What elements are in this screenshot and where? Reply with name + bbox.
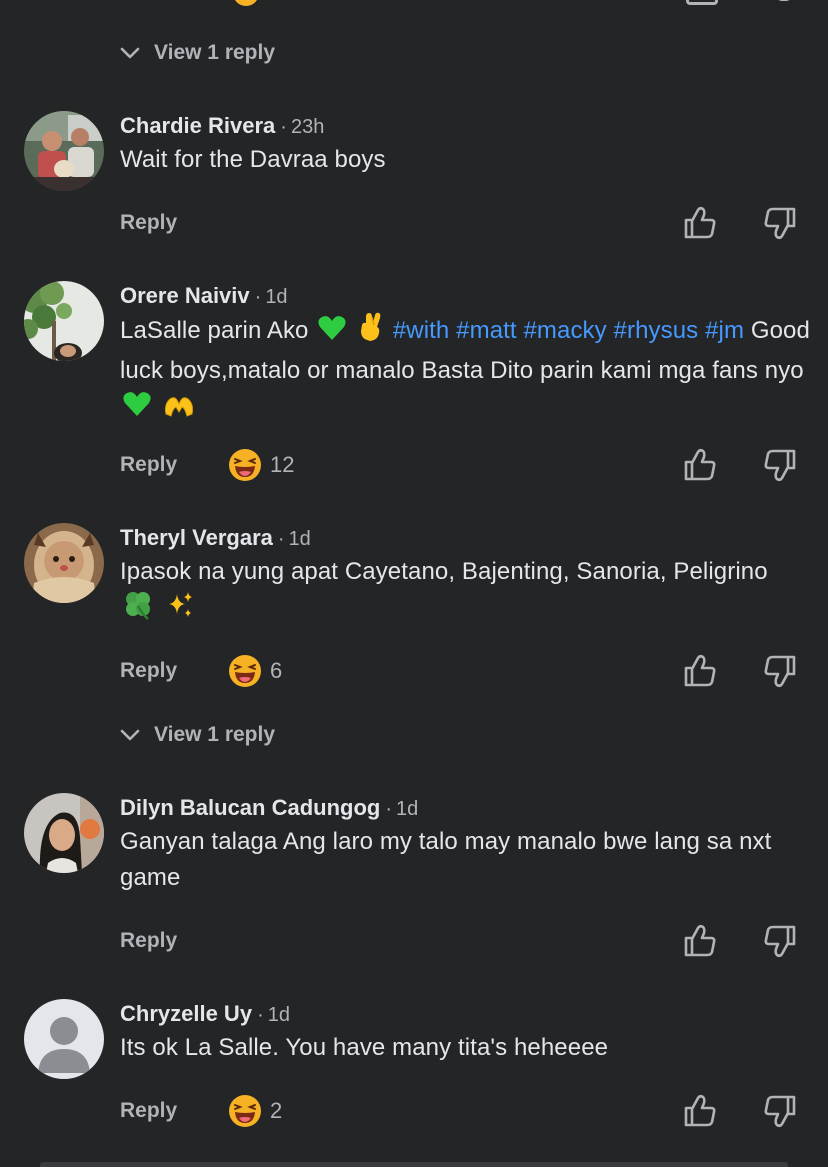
comment-author[interactable]: Dilyn Balucan Cadungog [120,795,380,820]
view-replies-button[interactable]: View 1 reply [120,718,275,752]
comment-author[interactable]: Chryzelle Uy [120,1001,252,1026]
thumbs-up-icon[interactable] [681,653,719,689]
thumbs-up-icon[interactable] [681,205,719,241]
comment-author[interactable]: Theryl Vergara [120,525,273,550]
laughing-emoji-icon [229,1095,261,1127]
comment-author[interactable]: Chardie Rivera [120,113,275,138]
thumbs-down-icon[interactable] [761,653,799,689]
comment-text-part: LaSalle parin Ako [120,317,309,344]
view-replies-button[interactable]: View 1 reply [120,36,275,70]
avatar[interactable] [24,523,104,603]
comment-actions: Reply 12 [0,445,828,485]
hashtag-link[interactable]: #macky [523,317,606,344]
thumbs-up-icon[interactable] [681,1093,719,1129]
comment-actions: Reply [0,921,828,961]
comment-text: Ipasok na yung apat Cayetano, Bajenting,… [120,554,810,631]
green-heart-emoji [317,314,347,353]
hashtag-link[interactable]: #matt [456,317,517,344]
comment-author[interactable]: Orere Naiviv [120,283,250,308]
laughing-emoji-icon [233,0,259,6]
hashtag-link[interactable]: #with [393,317,450,344]
composer-edge [40,1162,788,1167]
crossed-fingers-emoji [358,312,384,353]
hashtag-link[interactable]: #rhysus [614,317,699,344]
separator-dot: · [277,528,285,550]
heart-hands-emoji [163,393,195,429]
thumbs-up-icon[interactable] [686,0,718,5]
thumbs-up-icon[interactable] [681,923,719,959]
comment-time[interactable]: 1d [396,798,418,820]
laughing-emoji-icon [229,655,261,687]
comment-time[interactable]: 23h [291,116,324,138]
four-leaf-clover-emoji [122,590,154,631]
comment-text: Its ok La Salle. You have many tita's he… [120,1034,609,1061]
view-replies-label: View 1 reply [154,723,276,746]
thumbs-down-icon[interactable] [761,447,799,483]
thumbs-down-icon[interactable] [761,923,799,959]
previous-comment-actions [0,0,828,6]
comment-text: LaSalle parin Ako #with #matt #macky #rh… [120,312,810,429]
comment-time[interactable]: 1d [265,286,287,308]
comment-time[interactable]: 1d [268,1004,290,1026]
comment-text-part: Ipasok na yung apat Cayetano, Bajenting,… [120,558,768,585]
reply-button[interactable]: Reply [120,651,177,691]
comment-actions: Reply 6 [0,651,828,691]
reply-button[interactable]: Reply [120,921,177,961]
comment-actions: Reply 2 [0,1091,828,1131]
comment-text: Wait for the Davraa boys [120,146,386,173]
separator-dot: · [257,1004,264,1026]
separator-dot: · [385,798,393,820]
thumbs-down-icon[interactable] [776,0,792,1]
thumbs-down-icon[interactable] [761,205,799,241]
reply-button[interactable]: Reply [120,1091,177,1131]
reply-button[interactable]: Reply [120,203,177,243]
avatar[interactable] [24,281,104,361]
reaction-summary[interactable]: 12 [228,447,294,483]
chevron-down-icon [120,47,140,59]
green-heart-emoji [122,390,152,429]
reaction-count: 2 [270,1098,283,1123]
comment-text: Ganyan talaga Ang laro my talo may manal… [120,828,772,891]
view-replies-label: View 1 reply [154,41,276,64]
laughing-emoji-icon [229,449,261,481]
thumbs-up-icon[interactable] [681,447,719,483]
separator-dot: · [254,286,262,308]
reaction-count: 12 [270,452,295,477]
reaction-count: 6 [270,658,283,683]
thumbs-down-icon[interactable] [761,1093,799,1129]
hashtag-link[interactable]: #jm [705,317,744,344]
avatar[interactable] [24,111,104,191]
separator-dot: · [280,116,287,138]
comment-time[interactable]: 1d [289,528,311,550]
reply-button[interactable]: Reply [120,445,177,485]
avatar[interactable] [24,793,104,873]
comment-actions: Reply [0,203,828,243]
chevron-down-icon [120,729,140,741]
reaction-summary[interactable]: 6 [228,653,282,689]
reaction-summary[interactable]: 2 [228,1093,282,1129]
avatar[interactable] [24,999,104,1079]
sparkles-emoji [165,590,195,631]
